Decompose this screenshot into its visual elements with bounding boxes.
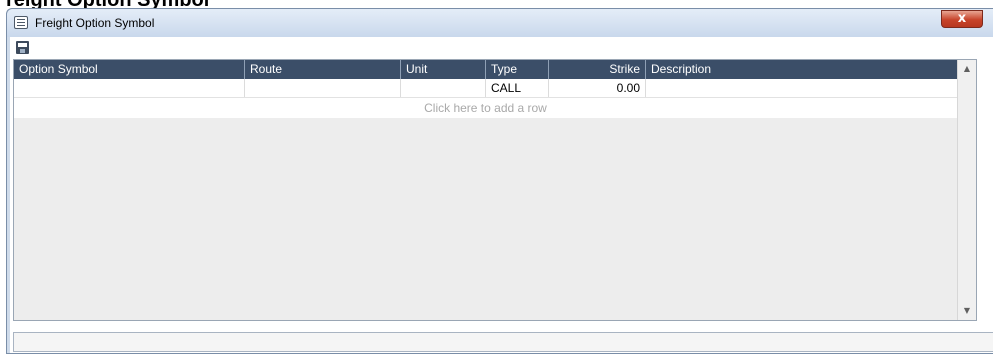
scroll-down-icon[interactable]: ▼ <box>961 304 973 318</box>
column-header-option-symbol[interactable]: Option Symbol <box>14 60 245 79</box>
close-button[interactable]: x <box>941 10 983 28</box>
column-header-route[interactable]: Route <box>245 60 401 79</box>
option-symbol-grid: Option Symbol Route Unit Type Strike Des… <box>13 59 977 321</box>
cell-option-symbol[interactable] <box>14 79 245 97</box>
toolbar <box>10 37 993 57</box>
cell-unit[interactable] <box>401 79 486 97</box>
vertical-scrollbar[interactable]: ▲ ▼ <box>957 60 976 320</box>
column-header-strike[interactable]: Strike <box>549 60 646 79</box>
cell-description[interactable] <box>646 79 957 97</box>
window-title: Freight Option Symbol <box>35 16 155 30</box>
scroll-up-icon[interactable]: ▲ <box>961 62 973 76</box>
title-bar[interactable]: Freight Option Symbol x <box>7 9 993 37</box>
form-icon <box>14 16 28 29</box>
save-icon[interactable] <box>16 41 29 54</box>
freight-option-symbol-window: Freight Option Symbol x Option Symbol Ro… <box>6 8 993 354</box>
cell-type[interactable]: CALL <box>486 79 549 97</box>
column-header-unit[interactable]: Unit <box>401 60 486 79</box>
grid-header: Option Symbol Route Unit Type Strike Des… <box>14 60 957 79</box>
cell-route[interactable] <box>245 79 401 97</box>
add-row-button[interactable]: Click here to add a row <box>14 98 957 118</box>
column-header-description[interactable]: Description <box>646 60 957 79</box>
status-bar <box>13 332 993 352</box>
cell-strike[interactable]: 0.00 <box>549 79 646 97</box>
column-header-type[interactable]: Type <box>486 60 549 79</box>
table-row[interactable]: CALL 0.00 <box>14 79 957 98</box>
window-content: Option Symbol Route Unit Type Strike Des… <box>10 37 993 353</box>
